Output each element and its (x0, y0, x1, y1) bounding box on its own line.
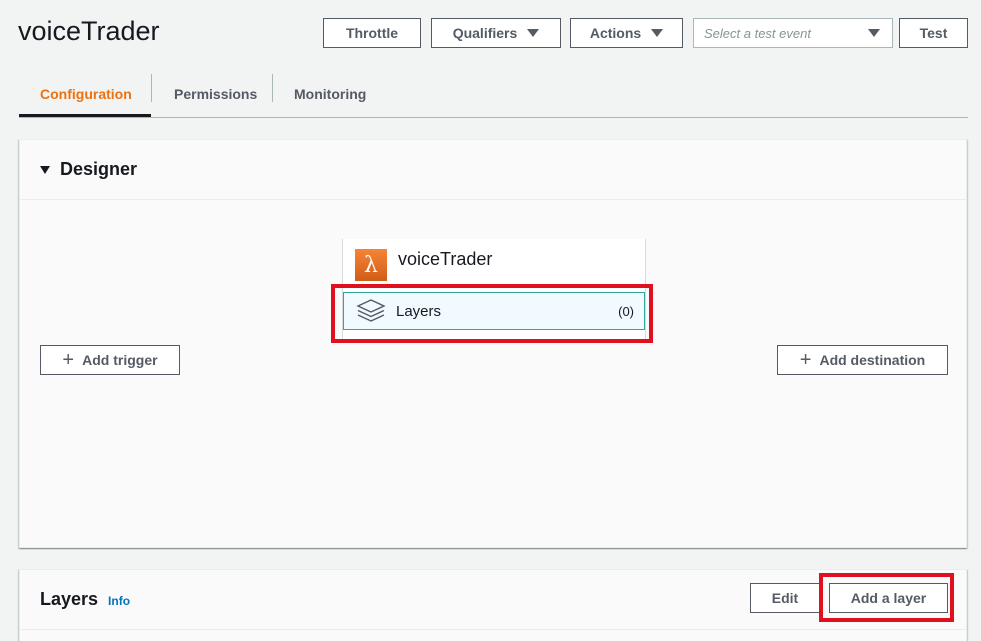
test-event-select[interactable]: Select a test event (693, 18, 893, 48)
test-button-label: Test (919, 25, 948, 41)
designer-title: Designer (60, 159, 138, 179)
tab-bar: Configuration Permissions Monitoring (19, 70, 968, 118)
qualifiers-dropdown[interactable]: Qualifiers (431, 18, 561, 48)
tab-configuration[interactable]: Configuration (40, 70, 132, 117)
tab-monitoring-label: Monitoring (294, 85, 367, 102)
caret-down-icon (527, 29, 540, 37)
tab-permissions[interactable]: Permissions (174, 70, 257, 117)
function-card: λ voiceTrader Layers (0) (342, 239, 646, 339)
edit-layers-button[interactable]: Edit (750, 583, 820, 613)
add-destination-button[interactable]: + Add destination (777, 345, 948, 375)
throttle-button[interactable]: Throttle (323, 18, 421, 48)
layers-header: Layers Info (20, 570, 966, 630)
tab-divider (272, 74, 273, 102)
info-link[interactable]: Info (108, 594, 130, 608)
plus-icon: + (62, 349, 75, 371)
active-tab-indicator (19, 114, 151, 117)
collapse-triangle-icon (40, 165, 50, 174)
edit-layers-label: Edit (771, 590, 799, 606)
qualifiers-dropdown-label: Qualifiers (452, 25, 518, 41)
actions-dropdown[interactable]: Actions (570, 18, 683, 48)
tab-permissions-label: Permissions (174, 85, 258, 102)
layers-panel: Layers Info Edit Add a layer (19, 569, 967, 641)
test-button[interactable]: Test (899, 18, 968, 48)
layers-section-title: Layers (40, 589, 99, 609)
add-destination-label: Add destination (819, 352, 926, 368)
designer-panel: Designer λ voiceTrader Layers (0) + Add … (19, 139, 967, 548)
caret-down-icon (868, 29, 880, 37)
caret-down-icon (651, 29, 664, 37)
page-title: voiceTrader (18, 16, 160, 46)
actions-dropdown-label: Actions (589, 25, 642, 41)
tab-monitoring[interactable]: Monitoring (294, 70, 366, 117)
add-layer-label: Add a layer (850, 590, 927, 606)
layers-node-label: Layers (396, 302, 442, 320)
add-layer-button[interactable]: Add a layer (829, 583, 948, 613)
layers-count: (0) (618, 303, 634, 319)
tab-configuration-label: Configuration (40, 85, 132, 102)
designer-header[interactable]: Designer (20, 140, 966, 200)
add-trigger-label: Add trigger (82, 352, 158, 368)
function-card-name[interactable]: voiceTrader (398, 249, 492, 271)
plus-icon: + (799, 349, 812, 371)
layers-stack-icon (356, 299, 386, 322)
add-trigger-button[interactable]: + Add trigger (40, 345, 180, 375)
layers-node[interactable]: Layers (0) (343, 292, 645, 330)
lambda-function-page: voiceTrader Throttle Qualifiers Actions … (0, 0, 981, 641)
test-event-placeholder: Select a test event (704, 25, 811, 41)
lambda-icon: λ (355, 249, 387, 281)
tab-divider (151, 74, 152, 102)
throttle-button-label: Throttle (345, 25, 399, 41)
